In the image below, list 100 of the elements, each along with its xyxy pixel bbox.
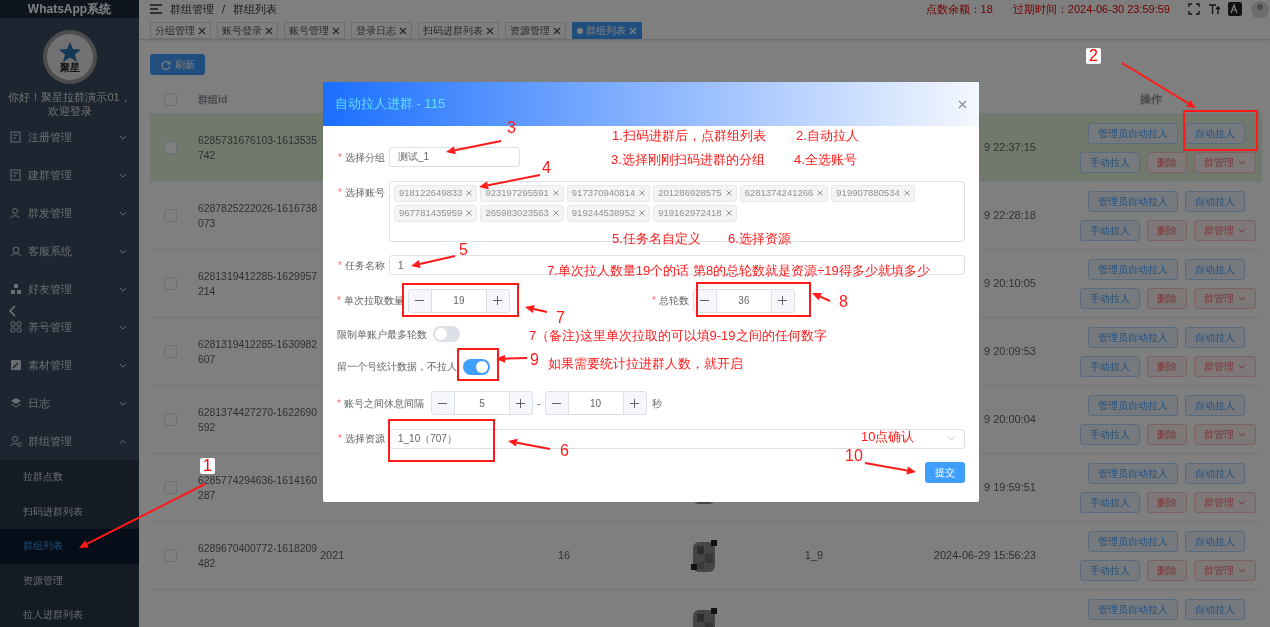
action-button[interactable]: 自动拉人 [1185,326,1245,348]
submit-button[interactable]: 提交 [925,462,965,483]
action-button[interactable]: 删除 [1147,219,1187,241]
increment-button[interactable] [508,391,533,415]
close-icon[interactable] [725,210,732,216]
collapse-icon[interactable] [8,305,16,317]
close-icon[interactable] [198,26,206,35]
close-icon[interactable] [486,26,494,35]
fullscreen-icon[interactable] [1188,3,1200,15]
close-icon[interactable] [639,190,646,196]
avatar[interactable] [1250,0,1270,18]
action-button[interactable]: 管理员自动拉人 [1088,122,1178,144]
action-button[interactable]: 删除 [1147,491,1187,513]
breadcrumb-link[interactable]: 群组管理 [170,0,214,18]
tab[interactable]: 账号管理 [284,22,345,39]
action-button[interactable]: 手动拉人 [1080,219,1140,241]
menu-item[interactable]: 注册管理 [0,118,139,156]
menu-item[interactable]: 客服系统 [0,232,139,270]
action-button[interactable]: 手动拉人 [1080,423,1140,445]
tag-chip[interactable]: 265983023563 [480,204,564,222]
tag-chip[interactable]: 919244538952 [566,204,651,222]
action-button[interactable]: 自动拉人 [1185,258,1245,280]
action-button[interactable]: 手动拉人 [1080,151,1140,173]
toggle-switch[interactable] [463,358,490,375]
tab[interactable]: 群组列表 [572,22,642,39]
action-button[interactable]: 删除 [1147,151,1187,173]
action-button[interactable]: 管理员自动拉人 [1088,190,1178,212]
decrement-button[interactable] [692,288,717,313]
tab[interactable]: 分组管理 [150,22,211,39]
tag-chip[interactable]: 917370940814 [566,184,651,202]
close-icon[interactable] [552,190,559,196]
submenu-item[interactable]: 资源管理 [0,563,139,598]
action-button[interactable]: 删除 [1147,287,1187,309]
submenu-item[interactable]: 拉人进群列表 [0,598,139,627]
toggle-switch[interactable] [433,326,460,342]
action-button[interactable]: 管理员自动拉人 [1088,326,1178,348]
menu-item[interactable]: 群发管理 [0,194,139,232]
dropdown-button[interactable]: 群管理 [1194,219,1256,241]
increment-button[interactable] [622,391,647,415]
dropdown-button[interactable]: 群管理 [1194,491,1256,513]
action-button[interactable]: 管理员自动拉人 [1088,258,1178,280]
close-icon[interactable] [552,210,559,216]
tag-chip[interactable]: 919907880534 [831,184,915,202]
dropdown-button[interactable]: 群管理 [1194,559,1256,581]
close-icon[interactable] [332,26,340,35]
tab[interactable]: 扫码进群列表 [418,22,499,39]
number-field[interactable]: 10 [568,391,623,415]
menu-item[interactable]: 好友管理 [0,270,139,308]
close-icon[interactable] [466,210,473,216]
tab[interactable]: 资源管理 [505,22,566,39]
menu-icon[interactable] [150,4,162,14]
close-icon[interactable] [265,26,273,35]
action-button[interactable]: 管理员自动拉人 [1088,394,1178,416]
close-icon[interactable] [817,190,824,196]
number-field[interactable]: 5 [454,391,509,415]
action-button[interactable]: 删除 [1147,559,1187,581]
action-button[interactable]: 手动拉人 [1080,559,1140,581]
tag-chip[interactable]: 6281374241266 [739,184,829,202]
menu-item[interactable]: 建群管理 [0,156,139,194]
submenu-item[interactable]: 群组列表 [0,529,139,564]
action-button[interactable]: 手动拉人 [1080,287,1140,309]
action-button[interactable]: 自动拉人 [1185,122,1245,144]
action-button[interactable]: 自动拉人 [1185,394,1245,416]
action-button[interactable]: 管理员自动拉人 [1088,530,1178,552]
action-button[interactable]: 管理员自动拉人 [1088,462,1178,484]
tab[interactable]: 登录日志 [351,22,412,39]
action-button[interactable]: 手动拉人 [1080,355,1140,377]
close-icon[interactable] [725,190,732,196]
tag-chip[interactable]: 919162972418 [653,204,737,222]
action-button[interactable]: 管理员自动拉人 [1088,599,1178,620]
number-field[interactable]: 36 [716,288,771,313]
dropdown-button[interactable]: 群管理 [1194,287,1256,309]
text-field[interactable]: 测试_1 [389,147,520,167]
close-icon[interactable] [466,190,473,196]
dropdown-button[interactable]: 群管理 [1194,151,1256,173]
submenu-item[interactable]: 扫码进群列表 [0,494,139,529]
tag-chip[interactable]: 923197295591 [480,184,564,202]
translate-icon[interactable] [1228,2,1242,16]
action-button[interactable]: 自动拉人 [1185,599,1245,620]
close-icon[interactable] [399,26,407,35]
action-button[interactable]: 自动拉人 [1185,530,1245,552]
close-icon[interactable] [639,210,646,216]
action-button[interactable]: 自动拉人 [1185,190,1245,212]
tag-chip[interactable]: 967781435959 [394,204,478,222]
action-button[interactable]: 自动拉人 [1185,462,1245,484]
menu-item[interactable]: 日志 [0,384,139,422]
increment-button[interactable] [485,288,510,313]
menu-item[interactable]: 素材管理 [0,346,139,384]
tab[interactable]: 账号登录 [217,22,278,39]
close-icon[interactable] [958,99,967,109]
tag-chip[interactable]: 201286928575 [653,184,737,202]
action-button[interactable]: 删除 [1147,423,1187,445]
action-button[interactable]: 删除 [1147,355,1187,377]
dropdown-button[interactable]: 群管理 [1194,355,1256,377]
increment-button[interactable] [770,288,795,313]
dropdown-button[interactable]: 群管理 [1194,423,1256,445]
action-button[interactable]: 手动拉人 [1080,491,1140,513]
menu-item[interactable]: 群组管理 [0,422,139,460]
number-field[interactable]: 19 [431,288,486,313]
close-icon[interactable] [903,190,910,196]
